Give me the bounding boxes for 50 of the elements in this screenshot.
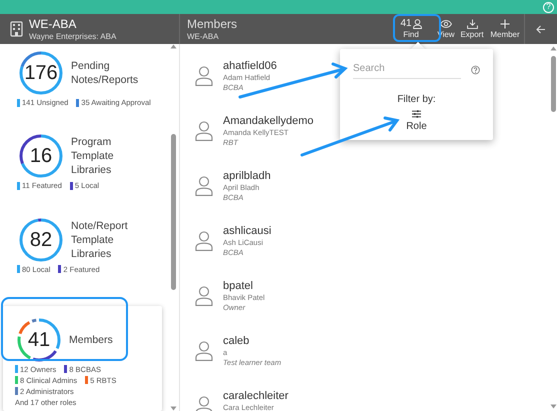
card-title: Program Template Libraries: [71, 135, 115, 178]
download-icon: [466, 19, 478, 29]
gauge-number: 82: [30, 230, 52, 250]
find-button[interactable]: 41 Find: [388, 14, 434, 44]
gauge-number: 16: [30, 146, 52, 166]
search-field[interactable]: Search: [353, 61, 461, 79]
gauge-number: 41: [28, 330, 50, 350]
back-arrow-icon[interactable]: [536, 24, 546, 34]
gauge-number: 176: [24, 63, 58, 83]
scroll-up-icon[interactable]: [550, 46, 556, 51]
ring-gauge: [17, 216, 65, 264]
filter-label: Filter by:: [397, 93, 436, 107]
filter-button[interactable]: Role: [406, 110, 427, 134]
page-title: Members: [187, 16, 238, 32]
export-button[interactable]: Export: [456, 14, 488, 44]
add-button[interactable]: Member: [488, 14, 522, 44]
ring-gauge: [15, 316, 63, 364]
member-username: aprilbladh: [223, 170, 271, 183]
user-icon: [195, 286, 213, 306]
eye-icon: [440, 20, 452, 28]
help-icon[interactable]: [471, 65, 480, 75]
sliders-icon: [412, 110, 421, 118]
scroll-down-icon[interactable]: [170, 406, 177, 411]
plus-icon: [500, 19, 510, 29]
user-icon: [195, 231, 213, 251]
member-username: caralechleiter: [223, 390, 288, 403]
member-username: ashlicausi: [223, 225, 272, 238]
user-icon: [195, 121, 213, 141]
person-icon: [412, 19, 422, 29]
ring-gauge: [17, 132, 65, 180]
scrollbar[interactable]: [170, 44, 177, 411]
member-username: bpatel: [223, 280, 254, 293]
member-username: Amandakellydemo: [223, 115, 314, 128]
ring-gauge: [17, 49, 65, 97]
organization-subtitle: Wayne Enterprises: ABA: [29, 32, 116, 42]
building-icon: [10, 21, 23, 37]
user-icon: [195, 66, 213, 86]
user-icon: [195, 396, 213, 411]
card-title: Note/Report Template Libraries: [71, 218, 129, 261]
user-icon: [195, 341, 213, 361]
member-username: ahatfield06: [223, 60, 277, 73]
organization-title: WE-ABA: [29, 16, 78, 32]
member-count: 41: [400, 18, 412, 30]
member-username: caleb: [223, 335, 250, 348]
card-title: Members: [69, 332, 114, 347]
user-icon: [195, 176, 213, 196]
card-title: Pending Notes/Reports: [71, 59, 140, 87]
scrollbar[interactable]: [549, 44, 557, 411]
page-subtitle: WE-ABA: [187, 32, 220, 42]
scroll-down-icon[interactable]: [550, 404, 556, 409]
